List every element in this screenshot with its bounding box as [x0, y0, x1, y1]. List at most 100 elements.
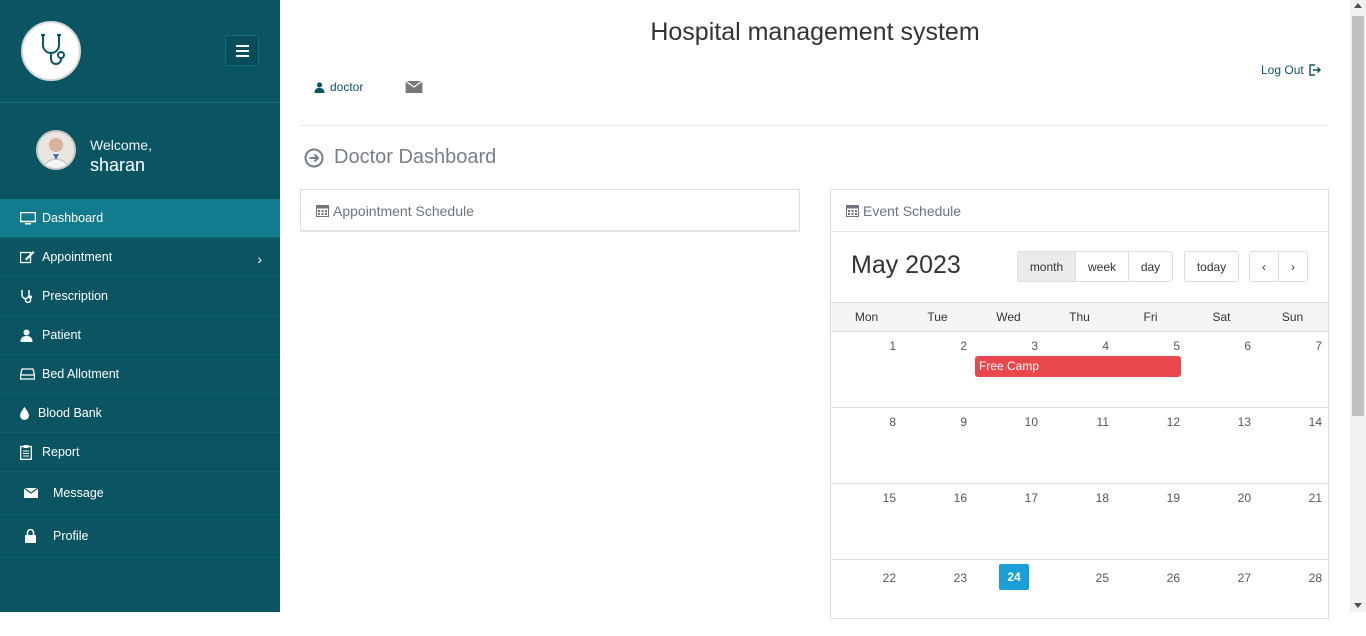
page-scrollbar[interactable] — [1350, 0, 1366, 612]
view-switcher: month week day — [1017, 251, 1173, 282]
envelope-icon — [24, 488, 49, 498]
sidebar-item-label: Message — [53, 486, 104, 500]
calendar-week: 8 9 10 11 12 13 14 — [831, 408, 1328, 484]
welcome-block: Welcome, sharan — [0, 103, 280, 199]
weekday-label: Sun — [1281, 310, 1304, 324]
user-link-label: doctor — [330, 80, 364, 94]
today-button[interactable]: today — [1184, 251, 1239, 282]
tint-icon — [20, 406, 34, 420]
calendar-day[interactable]: 14 — [1257, 408, 1328, 483]
main-content: Hospital management system doctor Log Ou… — [280, 0, 1350, 619]
sidebar-item-blood-bank[interactable]: Blood Bank — [0, 394, 280, 433]
sidebar-item-label: Profile — [53, 529, 89, 543]
sidebar-toggle-button[interactable] — [225, 35, 259, 66]
calendar-icon — [316, 205, 329, 217]
logout-link[interactable]: Log Out — [1261, 63, 1321, 77]
logout-icon — [1309, 64, 1321, 76]
scrollbar-thumb[interactable] — [1352, 16, 1364, 416]
calendar-day[interactable]: 18 — [1044, 484, 1115, 559]
sidebar-item-label: Bed Allotment — [42, 367, 120, 381]
calendar-week: 1 2 3 4 5 6 7 Free Camp — [831, 332, 1328, 408]
weekday-label: Thu — [1069, 310, 1090, 324]
calendar-day[interactable]: 7 — [1257, 332, 1328, 407]
calendar-grid: Mon Tue Wed Thu Fri Sat Sun 1 2 3 4 5 6 … — [831, 302, 1328, 636]
calendar-day[interactable]: 9 — [902, 408, 973, 483]
panel-heading: Event Schedule — [831, 190, 1328, 232]
sidebar-item-label: Dashboard — [42, 211, 104, 225]
logo-area — [0, 0, 280, 103]
calendar-day[interactable]: 19 — [1115, 484, 1186, 559]
app-title: Hospital management system — [650, 18, 980, 46]
today-badge: 24 — [999, 564, 1029, 590]
calendar-day[interactable]: 16 — [902, 484, 973, 559]
calendar-event[interactable]: Free Camp — [975, 356, 1181, 377]
envelope-icon[interactable] — [405, 80, 423, 98]
calendar-day-today[interactable]: 24 — [973, 560, 1044, 636]
clipboard-icon — [20, 444, 38, 460]
stethoscope-icon — [20, 289, 38, 303]
page-title-text: Doctor Dashboard — [334, 146, 497, 168]
weekday-label: Sat — [1212, 310, 1231, 324]
calendar-day[interactable]: 10 — [973, 408, 1044, 483]
sidebar-item-message[interactable]: Message — [0, 472, 280, 515]
scroll-down-icon[interactable] — [1354, 603, 1362, 608]
weekday-label: Wed — [996, 310, 1021, 324]
calendar-day[interactable]: 13 — [1186, 408, 1257, 483]
weekday-label: Mon — [854, 310, 879, 324]
sidebar-item-prescription[interactable]: Prescription — [0, 277, 280, 316]
monitor-icon — [20, 211, 38, 225]
welcome-text: Welcome, — [90, 137, 152, 153]
sidebar-item-profile[interactable]: Profile — [0, 515, 280, 558]
sidebar-item-bed-allotment[interactable]: Bed Allotment — [0, 355, 280, 394]
user-icon — [20, 329, 38, 342]
panel-heading: Appointment Schedule — [301, 190, 799, 232]
user-icon — [314, 81, 325, 93]
calendar-week: 22 23 24 25 26 27 28 — [831, 560, 1328, 636]
nav-group: ‹ › — [1249, 251, 1308, 282]
circle-arrow-right-icon — [304, 148, 324, 167]
calendar-day[interactable]: 20 — [1186, 484, 1257, 559]
calendar-day[interactable]: 25 — [1044, 560, 1115, 636]
today-group: today — [1184, 251, 1239, 282]
calendar-icon — [846, 205, 859, 217]
sidebar-item-patient[interactable]: Patient — [0, 316, 280, 355]
calendar-day[interactable]: 11 — [1044, 408, 1115, 483]
calendar-day[interactable]: 21 — [1257, 484, 1328, 559]
prev-button[interactable]: ‹ — [1249, 251, 1279, 282]
calendar-day[interactable]: 27 — [1186, 560, 1257, 636]
sidebar-item-dashboard[interactable]: Dashboard — [0, 199, 280, 238]
calendar-day[interactable]: 12 — [1115, 408, 1186, 483]
calendar-day[interactable]: 17 — [973, 484, 1044, 559]
sidebar-item-appointment[interactable]: Appointment › — [0, 238, 280, 277]
calendar-day[interactable]: 28 — [1257, 560, 1328, 636]
avatar — [36, 130, 76, 170]
weekday-label: Tue — [927, 310, 948, 324]
lock-icon — [25, 529, 49, 543]
logout-label: Log Out — [1261, 63, 1304, 77]
day-view-button[interactable]: day — [1128, 251, 1173, 282]
calendar-day[interactable]: 26 — [1115, 560, 1186, 636]
calendar-month-title: May 2023 — [851, 251, 961, 279]
month-view-button[interactable]: month — [1017, 251, 1076, 282]
sidebar-item-report[interactable]: Report — [0, 433, 280, 472]
user-link[interactable]: doctor — [314, 80, 363, 94]
calendar-day[interactable]: 6 — [1186, 332, 1257, 407]
week-view-button[interactable]: week — [1075, 251, 1129, 282]
calendar-day[interactable]: 2 — [902, 332, 973, 407]
calendar-day[interactable]: 22 — [831, 560, 902, 636]
calendar-day[interactable]: 8 — [831, 408, 902, 483]
sidebar-item-label: Report — [42, 445, 80, 459]
page-title: Doctor Dashboard — [304, 146, 496, 169]
panel-title: Appointment Schedule — [333, 202, 474, 219]
calendar-day[interactable]: 1 — [831, 332, 902, 407]
next-button[interactable]: › — [1278, 251, 1308, 282]
sidebar-item-label: Prescription — [42, 289, 108, 303]
calendar-day[interactable]: 15 — [831, 484, 902, 559]
scroll-up-icon[interactable] — [1354, 3, 1362, 8]
weekday-header: Mon Tue Wed Thu Fri Sat Sun — [831, 302, 1328, 332]
calendar-week: 15 16 17 18 19 20 21 — [831, 484, 1328, 560]
sidebar-item-label: Appointment — [42, 250, 113, 264]
chevron-right-icon: › — [257, 251, 262, 267]
header-divider — [300, 125, 1328, 126]
calendar-day[interactable]: 23 — [902, 560, 973, 636]
